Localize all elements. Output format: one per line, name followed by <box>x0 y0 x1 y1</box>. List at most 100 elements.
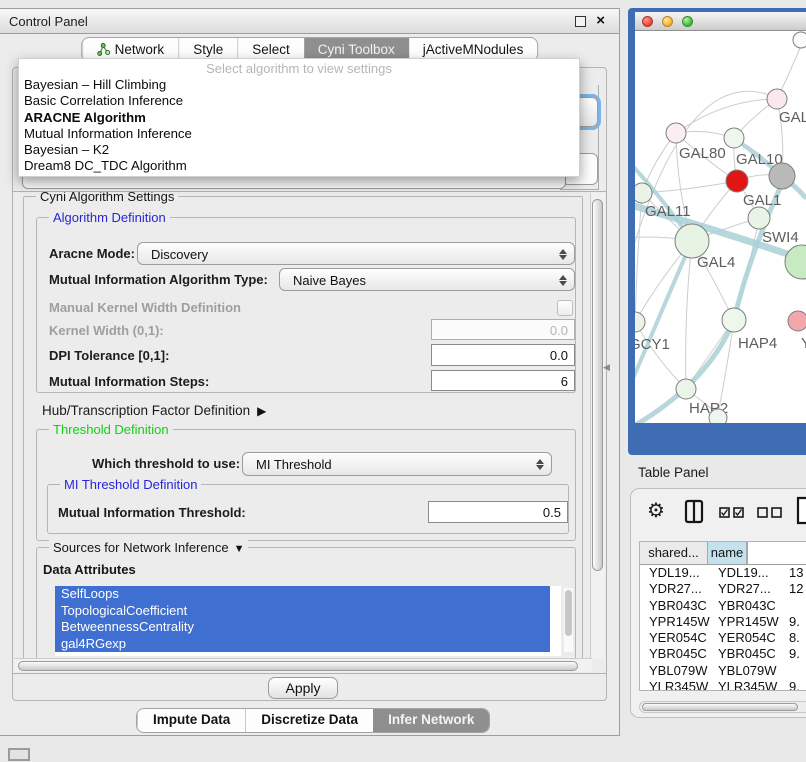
attribute-item-selected[interactable]: gal4RGexp <box>55 636 550 653</box>
mi-steps-input[interactable]: 6 <box>431 370 575 391</box>
cyni-settings-scrollpane: Cyni Algorithm Settings Algorithm Defini… <box>12 191 607 674</box>
table-row[interactable]: YBR043C YBR043C <box>640 598 806 614</box>
cell-name: YDR27... <box>713 581 781 597</box>
attribute-list-scrollbar-thumb[interactable] <box>565 590 572 636</box>
network-node-label: GAL1 <box>743 192 781 209</box>
splitpane-collapse-icon[interactable]: ◀ <box>603 362 610 373</box>
cell-value: 9. <box>781 614 806 630</box>
manual-kernel-width-checkbox[interactable] <box>557 300 573 316</box>
kernel-width-input[interactable]: 0.0 <box>431 319 575 340</box>
cell-value: 13 <box>781 565 806 581</box>
gear-icon[interactable]: ⚙ <box>647 499 665 523</box>
attribute-item-selected[interactable]: BetweennessCentrality <box>55 619 550 636</box>
column-header[interactable]: shared... <box>640 542 708 564</box>
network-node-gal4[interactable] <box>675 224 709 258</box>
table-row[interactable]: YLR345W YLR345W 9. <box>640 679 806 691</box>
cell-shared-name: YDL19... <box>640 565 713 581</box>
settings-vertical-scrollbar[interactable] <box>590 193 605 659</box>
zoom-traffic-light-icon[interactable] <box>682 16 693 27</box>
table-row[interactable]: YDL19... YDL19... 13 <box>640 565 806 581</box>
control-panel-window: Control Panel × <box>0 8 620 736</box>
network-window-titlebar[interactable] <box>635 12 806 31</box>
close-traffic-light-icon[interactable] <box>642 16 653 27</box>
minimize-traffic-light-icon[interactable] <box>662 16 673 27</box>
algorithm-option[interactable]: ARACNE Algorithm <box>19 110 579 126</box>
select-all-rows-icon[interactable] <box>719 506 745 519</box>
network-edge[interactable] <box>686 241 692 389</box>
table-panel-title: Table Panel <box>638 465 709 480</box>
subtab[interactable]: Discretize Data <box>245 709 373 732</box>
subtab[interactable]: Impute Data <box>137 709 245 732</box>
column-header[interactable]: name <box>708 542 747 564</box>
collapsed-panel-icon[interactable] <box>8 748 30 761</box>
subtab[interactable]: Infer Network <box>373 709 489 732</box>
network-svg: GALGAL80GAL10GAL1GAL11SWI4GAL4GCY1HAP4YH… <box>635 31 806 423</box>
float-window-icon[interactable] <box>575 16 586 27</box>
table-row[interactable]: YDR27... YDR27... 12 <box>640 581 806 597</box>
which-threshold-select[interactable]: MI Threshold <box>242 452 552 476</box>
network-node-bottom-partial[interactable] <box>709 409 727 423</box>
collapse-down-icon[interactable]: ▼ <box>234 543 245 555</box>
network-node-gal80[interactable] <box>666 123 686 143</box>
hub-definition-expander[interactable]: Hub/Transcription Factor Definition▶ <box>42 403 266 418</box>
settings-horizontal-scrollbar[interactable] <box>14 658 592 672</box>
settings-horizontal-scrollbar-thumb[interactable] <box>18 661 578 671</box>
table-horizontal-scrollbar[interactable] <box>639 701 806 713</box>
cell-shared-name: YBR043C <box>640 598 713 614</box>
network-node-gal-pink[interactable] <box>767 89 787 109</box>
cyni-algorithm-settings-group: Cyni Algorithm Settings Algorithm Defini… <box>23 196 583 666</box>
network-node-label: GCY1 <box>635 336 670 353</box>
deselect-all-rows-icon[interactable] <box>757 506 783 519</box>
split-columns-icon[interactable] <box>683 499 705 525</box>
threshold-definition-group: Threshold Definition Which threshold to … <box>36 429 576 541</box>
control-panel-titlebar: Control Panel × <box>0 9 619 34</box>
network-node-big-right[interactable] <box>785 245 806 279</box>
attribute-item-selected[interactable]: TopologicalCoefficient <box>55 603 550 620</box>
table-horizontal-scrollbar-thumb[interactable] <box>642 703 798 711</box>
algorithm-option[interactable]: Bayesian – K2 <box>19 142 579 158</box>
table-row[interactable]: YBR045C YBR045C 9. <box>640 646 806 662</box>
network-node-gal11[interactable] <box>635 183 652 203</box>
network-edge[interactable] <box>676 99 775 133</box>
network-node-hap2[interactable] <box>676 379 696 399</box>
mi-threshold-input[interactable]: 0.5 <box>428 501 568 523</box>
panel-title: Control Panel <box>0 14 575 29</box>
column-header[interactable] <box>747 542 748 564</box>
mi-threshold-label: Mutual Information Threshold: <box>58 501 246 524</box>
table-row[interactable]: YBL079W YBL079W <box>640 663 806 679</box>
attribute-item-selected[interactable]: SelfLoops <box>55 586 550 603</box>
attribute-list-scrollbar[interactable] <box>564 588 573 652</box>
network-node-top-partial[interactable] <box>793 32 806 48</box>
algorithm-option[interactable]: Bayesian – Hill Climbing <box>19 77 579 93</box>
which-threshold-label: Which threshold to use: <box>92 452 240 475</box>
dpi-tolerance-input[interactable]: 0.0 <box>431 344 575 366</box>
expand-right-icon: ▶ <box>257 404 266 418</box>
network-node-swi4[interactable] <box>748 207 770 229</box>
spinner-arrows-icon <box>535 457 544 472</box>
algorithm-option[interactable]: Dream8 DC_TDC Algorithm <box>19 158 579 174</box>
table-row[interactable]: YPR145W YPR145W 9. <box>640 614 806 630</box>
new-table-icon[interactable] <box>795 496 806 526</box>
network-node-y-pink[interactable] <box>788 311 806 331</box>
network-node-gray-node[interactable] <box>769 163 795 189</box>
cell-name: YER054C <box>713 630 781 646</box>
table-row[interactable]: YER054C YER054C 8. <box>640 630 806 646</box>
network-node-hap4[interactable] <box>722 308 746 332</box>
aracne-mode-select[interactable]: Discovery <box>137 242 575 265</box>
settings-vertical-scrollbar-thumb[interactable] <box>592 199 603 571</box>
algorithm-option[interactable]: Basic Correlation Inference <box>19 93 579 109</box>
algorithm-option[interactable]: Mutual Information Inference <box>19 126 579 142</box>
cell-value: 9. <box>781 679 806 691</box>
mi-algorithm-type-select[interactable]: Naive Bayes <box>279 268 575 291</box>
network-node-gcy1[interactable] <box>635 312 645 332</box>
close-icon[interactable]: × <box>596 14 605 28</box>
algorithm-dropdown-list: Select algorithm to view settings Bayesi… <box>18 58 580 177</box>
tab-label: Network <box>115 42 165 57</box>
network-node-gal1[interactable] <box>726 170 748 192</box>
network-canvas[interactable]: GALGAL80GAL10GAL1GAL11SWI4GAL4GCY1HAP4YH… <box>635 31 806 423</box>
apply-button[interactable]: Apply <box>268 677 338 699</box>
tab-label: Select <box>252 42 290 57</box>
which-threshold-value: MI Threshold <box>256 457 332 472</box>
network-node-gal10[interactable] <box>724 128 744 148</box>
network-edge[interactable] <box>635 193 642 322</box>
